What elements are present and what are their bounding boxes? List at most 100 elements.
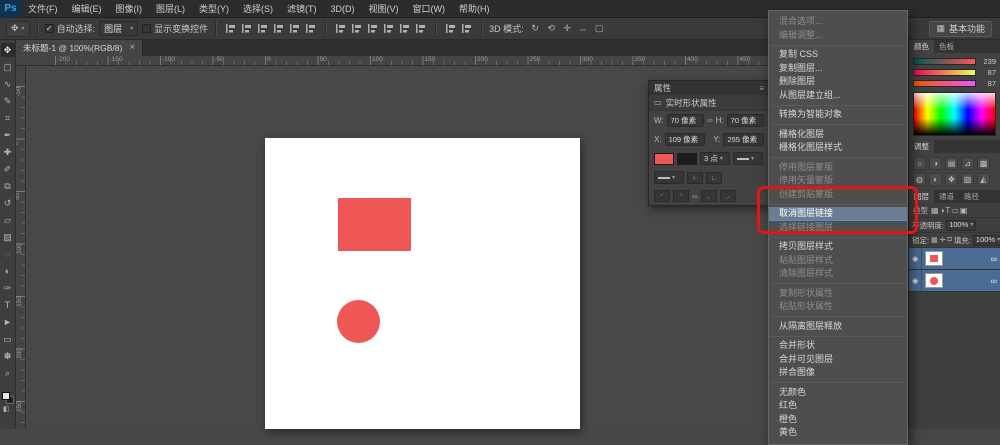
- menu-item-disable-layer-mask[interactable]: 停用图层蒙版: [769, 161, 907, 175]
- tab-channels[interactable]: 通道: [934, 190, 959, 203]
- clone-stamp-tool-icon[interactable]: ⧉: [1, 179, 15, 193]
- tab-layers[interactable]: 图层: [909, 190, 934, 203]
- layer-row-rectangle[interactable]: ◉ ∞: [909, 248, 1000, 270]
- distribute-right-edges-icon[interactable]: [413, 21, 428, 36]
- menu-item-no-color[interactable]: 无颜色: [769, 386, 907, 400]
- menubar-item-file[interactable]: 文件(F): [21, 0, 65, 17]
- menubar-item-layer[interactable]: 图层(L): [149, 0, 192, 17]
- brush-tool-icon[interactable]: ✐: [1, 162, 15, 176]
- zoom-tool-icon[interactable]: ⌕: [1, 366, 15, 380]
- filter-shape-layers-icon[interactable]: ▭: [951, 206, 959, 215]
- crop-tool-icon[interactable]: ⌗: [1, 111, 15, 125]
- menubar-item-window[interactable]: 窗口(W): [406, 0, 453, 17]
- healing-brush-tool-icon[interactable]: ✚: [1, 145, 15, 159]
- lock-position-icon[interactable]: ✛: [940, 236, 946, 244]
- lasso-tool-icon[interactable]: ∿: [1, 77, 15, 91]
- 3d-roll-camera-icon[interactable]: ⟲: [544, 21, 559, 36]
- auto-align-layers-icon[interactable]: [459, 21, 474, 36]
- hue-saturation-icon[interactable]: ◍: [913, 173, 926, 186]
- filter-type-layers-icon[interactable]: T: [945, 206, 950, 215]
- menu-item-merge-shapes[interactable]: 合并形状: [769, 339, 907, 353]
- layer-row-ellipse[interactable]: ◉ ∞: [909, 270, 1000, 292]
- menu-item-paste-shape-attributes[interactable]: 粘贴形状属性: [769, 300, 907, 314]
- link-corners-icon[interactable]: ∞: [692, 192, 698, 201]
- menu-item-duplicate-layer[interactable]: 复制图层...: [769, 62, 907, 76]
- width-field[interactable]: 70 像素: [667, 114, 704, 127]
- menu-item-merge-visible[interactable]: 合并可见图层: [769, 353, 907, 367]
- pen-tool-icon[interactable]: ✑: [1, 281, 15, 295]
- brightness-contrast-icon[interactable]: ☼: [913, 157, 926, 170]
- menu-item-copy-shape-attributes[interactable]: 复制形状属性: [769, 287, 907, 301]
- align-vertical-centers-icon[interactable]: [287, 21, 302, 36]
- panel-menu-icon[interactable]: ≡: [759, 84, 764, 93]
- distribute-horizontal-spacing-icon[interactable]: [443, 21, 458, 36]
- ruler-vertical[interactable]: -50050100150200250: [16, 66, 26, 429]
- color-slider[interactable]: 239: [913, 56, 996, 67]
- auto-select-checkbox[interactable]: ✓ 自动选择:: [45, 22, 96, 35]
- distribute-vertical-centers-icon[interactable]: [349, 21, 364, 36]
- blur-tool-icon[interactable]: ◌: [1, 247, 15, 261]
- filter-smart-objects-icon[interactable]: ▣: [960, 206, 968, 215]
- align-right-edges-icon[interactable]: [255, 21, 270, 36]
- filter-adjustment-layers-icon[interactable]: ◑: [940, 206, 945, 215]
- close-icon[interactable]: ×: [129, 43, 135, 53]
- slider-track[interactable]: [913, 69, 976, 76]
- corner-top-right-field[interactable]: ◝: [673, 190, 689, 202]
- menu-item-flatten-image[interactable]: 拼合图像: [769, 366, 907, 380]
- fill-dropdown[interactable]: 100% ▾: [973, 235, 1000, 246]
- exposure-icon[interactable]: ⊿: [961, 157, 974, 170]
- channel-mixer-icon[interactable]: ◭: [977, 173, 990, 186]
- stroke-type-dropdown[interactable]: ▾: [733, 152, 763, 165]
- foreground-color-swatch[interactable]: [2, 392, 10, 400]
- corner-top-left-field[interactable]: ◜: [654, 190, 670, 202]
- menubar-item-view[interactable]: 视图(V): [362, 0, 406, 17]
- distribute-horizontal-centers-icon[interactable]: [397, 21, 412, 36]
- menubar-item-image[interactable]: 图像(I): [109, 0, 150, 17]
- type-tool-icon[interactable]: T: [1, 298, 15, 312]
- color-spectrum-ramp[interactable]: [913, 92, 996, 136]
- menubar-item-select[interactable]: 选择(S): [236, 0, 280, 17]
- show-transform-checkbox[interactable]: 显示变换控件: [142, 22, 208, 35]
- red-rectangle-shape[interactable]: [338, 198, 411, 251]
- corner-bottom-left-field[interactable]: ◟: [701, 190, 717, 202]
- vibrance-icon[interactable]: ▩: [977, 157, 990, 170]
- menubar-item-edit[interactable]: 编辑(E): [65, 0, 109, 17]
- visibility-eye-icon[interactable]: ◉: [909, 248, 922, 269]
- 3d-pan-camera-icon[interactable]: ✛: [560, 21, 575, 36]
- menubar-item-type[interactable]: 类型(Y): [192, 0, 236, 17]
- menubar-item-3d[interactable]: 3D(D): [324, 0, 362, 17]
- color-slider[interactable]: 87: [913, 78, 996, 89]
- menu-item-rasterize-layer-style[interactable]: 栅格化图层样式: [769, 141, 907, 155]
- tab-adjustments[interactable]: 调整: [909, 140, 934, 153]
- y-field[interactable]: 255 像素: [723, 133, 764, 146]
- tab-paths[interactable]: 路径: [959, 190, 984, 203]
- foreground-background-swatches[interactable]: ◧: [1, 392, 16, 412]
- menu-item-release-from-isolation[interactable]: 从隔离图层释放: [769, 320, 907, 334]
- photo-filter-icon[interactable]: ▧: [961, 173, 974, 186]
- menu-item-rasterize-layer[interactable]: 栅格化图层: [769, 128, 907, 142]
- height-field[interactable]: 70 像素: [727, 114, 764, 127]
- tab-color[interactable]: 颜色: [909, 40, 934, 53]
- black-white-icon[interactable]: ❖: [945, 173, 958, 186]
- menu-item-convert-to-smart-object[interactable]: 转换为智能对象: [769, 108, 907, 122]
- move-tool-icon[interactable]: ✥: [1, 43, 15, 57]
- path-selection-tool-icon[interactable]: ►: [1, 315, 15, 329]
- auto-select-target-dropdown[interactable]: 图层 ▾: [99, 21, 138, 36]
- lock-transparent-pixels-icon[interactable]: ▦: [931, 236, 938, 244]
- curves-icon[interactable]: ▤: [945, 157, 958, 170]
- menu-item-red[interactable]: 红色: [769, 399, 907, 413]
- visibility-eye-icon[interactable]: ◉: [909, 270, 922, 291]
- distribute-bottom-edges-icon[interactable]: [365, 21, 380, 36]
- hand-tool-icon[interactable]: ✽: [1, 349, 15, 363]
- distribute-top-edges-icon[interactable]: [333, 21, 348, 36]
- stroke-cap-dropdown[interactable]: ⊦: [687, 172, 703, 184]
- menu-item-select-linked-layers[interactable]: 选择链接图层: [769, 221, 907, 235]
- levels-icon[interactable]: ◑: [929, 157, 942, 170]
- x-field[interactable]: 109 像素: [665, 133, 706, 146]
- align-bottom-edges-icon[interactable]: [303, 21, 318, 36]
- menu-item-yellow[interactable]: 黄色: [769, 426, 907, 440]
- menubar-item-help[interactable]: 帮助(H): [452, 0, 497, 17]
- corner-bottom-right-field[interactable]: ◞: [720, 190, 736, 202]
- quick-mask-icon[interactable]: ◧: [3, 405, 10, 413]
- tool-preset-picker[interactable]: ✥ ▾: [6, 21, 30, 37]
